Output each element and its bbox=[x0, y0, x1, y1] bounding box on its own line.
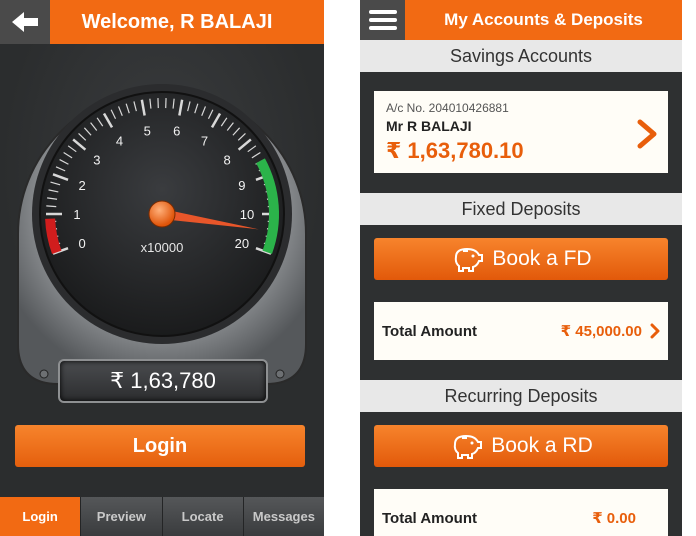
welcome-title: Welcome, R BALAJI bbox=[81, 10, 273, 33]
gauge-tick-label: 1 bbox=[73, 207, 80, 222]
gauge-tick-label: 6 bbox=[173, 123, 180, 138]
gauge-tick-label: 9 bbox=[238, 178, 245, 193]
menu-button[interactable] bbox=[360, 0, 405, 40]
accounts-screen: My Accounts & Deposits Savings Accounts … bbox=[360, 0, 682, 536]
savings-account-card[interactable]: A/c No. 204010426881 Mr R BALAJI ₹ 1,63,… bbox=[374, 91, 668, 173]
fd-total-row[interactable]: Total Amount ₹ 45,000.00 bbox=[374, 302, 668, 360]
accounts-title: My Accounts & Deposits bbox=[444, 10, 643, 29]
nav-tab-messages[interactable]: Messages bbox=[243, 497, 324, 536]
gauge-dial: 012345 67891020 x10000 bbox=[17, 84, 307, 385]
gauge-tick bbox=[46, 205, 57, 208]
back-button[interactable] bbox=[0, 0, 50, 44]
book-fd-button[interactable]: Book a FD bbox=[374, 238, 668, 280]
gauge-tick-label: 3 bbox=[93, 152, 100, 167]
fd-total-value: ₹ 45,000.00 bbox=[560, 323, 642, 340]
bottom-nav: Login Preview Locate Messages bbox=[0, 497, 324, 536]
account-number: A/c No. 204010426881 bbox=[386, 101, 509, 115]
recurring-section-title: Recurring Deposits bbox=[360, 380, 682, 412]
home-screen: Welcome, R BALAJI 0 1 2 3 4 5 6 7 8 9 10… bbox=[0, 0, 324, 536]
savings-section-title: Savings Accounts bbox=[360, 40, 682, 72]
gauge-tick-label: 8 bbox=[223, 152, 230, 167]
chevron-right-icon bbox=[650, 323, 660, 339]
gauge-tick-label: 0 bbox=[79, 236, 86, 251]
accounts-header: My Accounts & Deposits bbox=[360, 0, 682, 40]
chevron-right-icon bbox=[637, 119, 657, 149]
book-rd-button[interactable]: Book a RD bbox=[374, 425, 668, 467]
account-holder-name: Mr R BALAJI bbox=[386, 118, 472, 134]
piggy-bank-icon bbox=[455, 247, 484, 272]
home-header: Welcome, R BALAJI bbox=[0, 0, 324, 44]
rd-total-value: ₹ 0.00 bbox=[592, 510, 636, 527]
book-fd-label: Book a FD bbox=[492, 247, 592, 270]
fd-total-label: Total Amount bbox=[382, 322, 477, 340]
app-screenshots: Welcome, R BALAJI 0 1 2 3 4 5 6 7 8 9 10… bbox=[0, 0, 696, 536]
fixed-section-title: Fixed Deposits bbox=[360, 193, 682, 225]
login-button[interactable]: Login bbox=[15, 425, 305, 467]
gauge-tick-label: 10 bbox=[240, 207, 254, 222]
nav-tab-login[interactable]: Login bbox=[0, 497, 82, 536]
back-arrow-icon bbox=[12, 12, 38, 32]
balance-display: ₹ 1,63,780 bbox=[58, 359, 268, 403]
gauge-tick-label: 4 bbox=[116, 133, 123, 148]
rd-total-row[interactable]: Total Amount ₹ 0.00 bbox=[374, 489, 668, 536]
gauge-tick-label: 5 bbox=[144, 123, 151, 138]
nav-tab-preview[interactable]: Preview bbox=[81, 497, 163, 536]
nav-tab-locate[interactable]: Locate bbox=[162, 497, 244, 536]
gauge-tick-label: 7 bbox=[201, 133, 208, 148]
gauge-tick-label: 20 bbox=[235, 236, 249, 251]
rd-total-label: Total Amount bbox=[382, 509, 477, 527]
balance-gauge: 0 1 2 3 4 5 6 7 8 9 10 20 x10000 ₹ 1,63,780 bbox=[0, 44, 324, 404]
piggy-bank-icon bbox=[454, 434, 483, 459]
account-balance: ₹ 1,63,780.10 bbox=[386, 138, 524, 163]
gauge-tick-label: 2 bbox=[79, 178, 86, 193]
hamburger-icon bbox=[368, 10, 397, 30]
book-rd-label: Book a RD bbox=[491, 434, 593, 457]
gauge-multiplier: x10000 bbox=[141, 240, 184, 255]
gauge-hub bbox=[148, 200, 176, 228]
